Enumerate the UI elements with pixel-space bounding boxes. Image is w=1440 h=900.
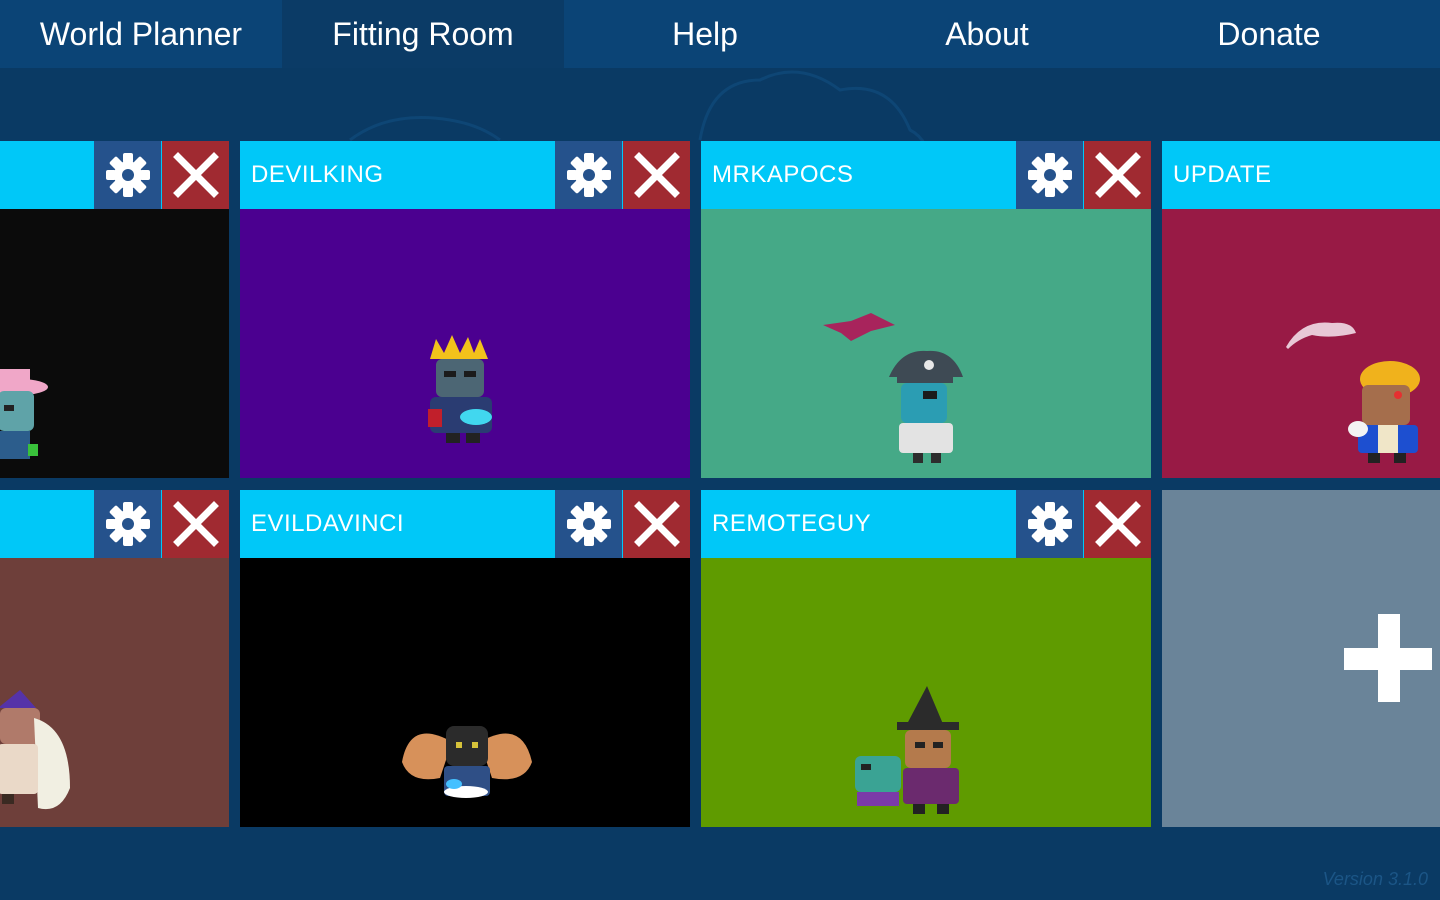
card-header: DEVILKING — [240, 141, 690, 209]
close-icon — [1095, 152, 1141, 198]
gear-icon — [1027, 502, 1072, 546]
card-preview — [240, 558, 690, 827]
card-preview — [240, 209, 690, 478]
avatar — [1286, 322, 1420, 463]
avatar — [402, 726, 532, 798]
settings-button[interactable] — [555, 490, 622, 558]
tab-label: Fitting Room — [332, 15, 514, 52]
avatar — [823, 313, 963, 463]
world-card[interactable]: DEVILKING — [240, 141, 690, 478]
world-card[interactable]: REMOTEGUY — [701, 490, 1151, 827]
card-preview — [701, 209, 1151, 478]
avatar — [428, 335, 492, 443]
close-icon — [1095, 501, 1141, 547]
card-preview — [0, 209, 229, 478]
gear-icon — [105, 153, 150, 197]
top-navigation-bar: World Planner Fitting Room Help About Do… — [0, 0, 1440, 68]
card-preview — [1162, 209, 1440, 478]
version-label: Version 3.1.0 — [1322, 869, 1428, 889]
tab-world-planner[interactable]: World Planner — [0, 0, 282, 68]
card-header — [0, 141, 229, 209]
tab-label: World Planner — [39, 15, 243, 52]
close-icon — [173, 152, 219, 198]
gear-icon — [1027, 153, 1072, 197]
tab-about[interactable]: About — [846, 0, 1128, 68]
tab-fitting-room[interactable]: Fitting Room — [282, 0, 564, 68]
avatar — [0, 369, 48, 459]
tab-label: About — [945, 15, 1029, 52]
card-header: REMOTEGUY — [701, 490, 1151, 558]
card-title: EVILDAVINCI — [251, 510, 405, 537]
delete-button[interactable] — [623, 141, 690, 209]
card-header: UPDATE — [1162, 141, 1440, 209]
gear-icon — [566, 502, 611, 546]
card-title: MRKAPOCS — [712, 161, 854, 188]
world-card[interactable] — [0, 141, 229, 478]
settings-button[interactable] — [94, 141, 161, 209]
add-world-button[interactable] — [1162, 490, 1440, 827]
gear-icon — [105, 502, 150, 546]
card-header: EVILDAVINCI — [240, 490, 690, 558]
settings-button[interactable] — [555, 141, 622, 209]
gear-icon — [566, 153, 611, 197]
card-title: DEVILKING — [251, 161, 384, 188]
card-title: REMOTEGUY — [712, 510, 872, 537]
tab-help[interactable]: Help — [564, 0, 846, 68]
tab-label: Donate — [1217, 15, 1321, 52]
delete-button[interactable] — [623, 490, 690, 558]
world-card[interactable]: MRKAPOCS — [701, 141, 1151, 478]
tab-donate[interactable]: Donate — [1128, 0, 1410, 68]
delete-button[interactable] — [1084, 490, 1151, 558]
delete-button[interactable] — [162, 141, 229, 209]
card-header: MRKAPOCS — [701, 141, 1151, 209]
close-icon — [634, 152, 680, 198]
close-icon — [173, 501, 219, 547]
card-header — [0, 490, 229, 558]
avatar — [0, 690, 70, 810]
world-card[interactable] — [0, 490, 229, 827]
card-preview — [0, 558, 229, 827]
delete-button[interactable] — [1084, 141, 1151, 209]
settings-button[interactable] — [94, 490, 161, 558]
close-icon — [634, 501, 680, 547]
plus-icon — [1344, 614, 1432, 702]
card-preview — [701, 558, 1151, 827]
world-card[interactable]: EVILDAVINCI — [240, 490, 690, 827]
tab-label: Help — [672, 15, 738, 52]
delete-button[interactable] — [162, 490, 229, 558]
world-card[interactable]: UPDATE — [1162, 141, 1440, 478]
settings-button[interactable] — [1016, 490, 1083, 558]
card-title: UPDATE — [1173, 161, 1272, 188]
settings-button[interactable] — [1016, 141, 1083, 209]
avatar — [855, 686, 959, 814]
